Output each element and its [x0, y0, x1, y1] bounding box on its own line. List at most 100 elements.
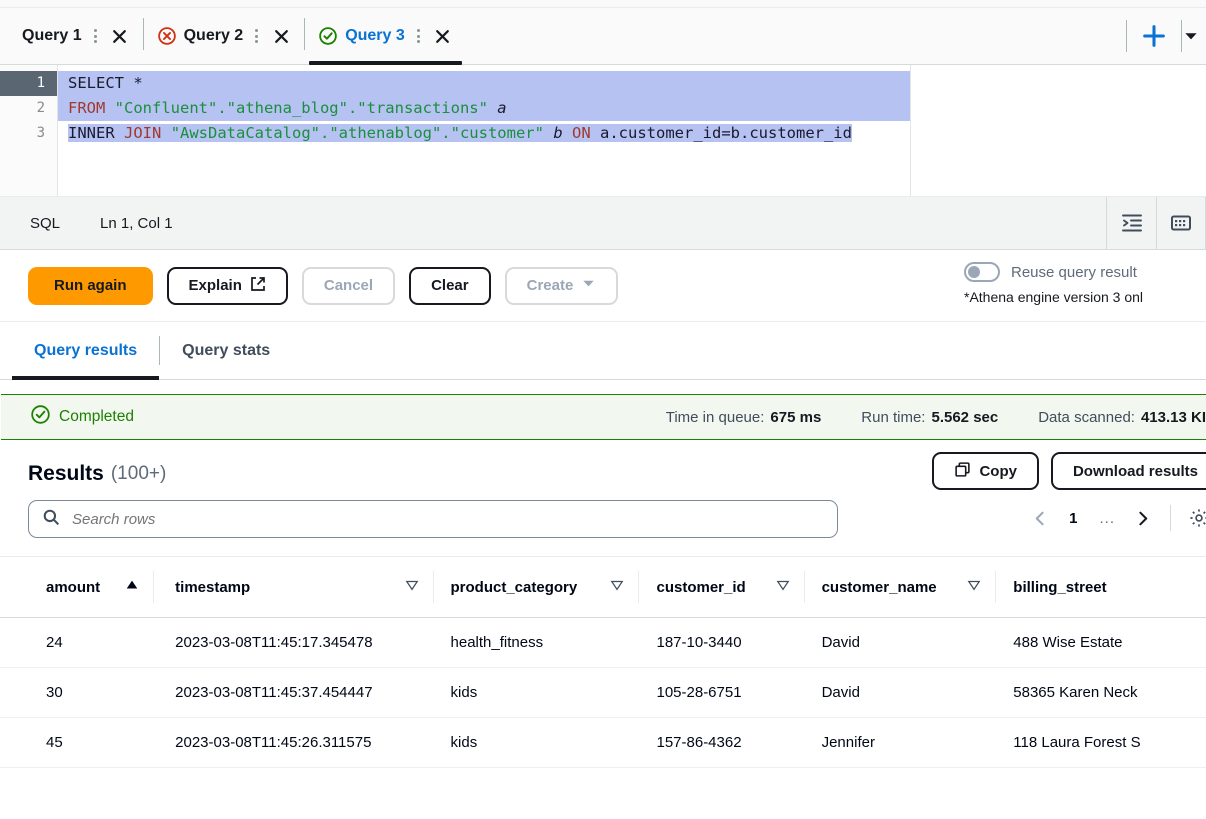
results-search-row: 1 ...	[0, 486, 1206, 538]
sql-editor[interactable]: 1 2 3 SELECT * FROM "Confluent"."athena_…	[0, 65, 1206, 197]
cancel-button: Cancel	[302, 267, 395, 305]
results-tab-bar: Query results Query stats	[0, 322, 1206, 380]
editor-code-area[interactable]: SELECT * FROM "Confluent"."athena_blog".…	[58, 65, 1206, 196]
sort-icon-customer-name	[967, 578, 981, 596]
cell-timestamp: 2023-03-08T11:45:37.454447	[153, 668, 432, 717]
results-table: amount timestamp product_category custom…	[0, 556, 1206, 768]
query-tab-2[interactable]: Query 2	[144, 8, 305, 64]
cell-customer-id: 157-86-4362	[638, 718, 803, 767]
query-tab-2-close-icon[interactable]	[270, 25, 292, 47]
results-action-buttons: Copy Download results	[932, 452, 1206, 490]
query-tab-bar: Query 1 Query 2 Query 3	[0, 0, 1206, 65]
cell-billing-street: 118 Laura Forest S	[995, 718, 1206, 767]
run-again-button[interactable]: Run again	[28, 267, 153, 305]
metric-time-in-queue: Time in queue:675 ms	[666, 409, 822, 426]
query-metrics: Time in queue:675 ms Run time:5.562 sec …	[666, 409, 1206, 426]
copy-button[interactable]: Copy	[932, 452, 1039, 490]
sort-icon-timestamp	[405, 578, 419, 596]
metric-data-scanned-key: Data scanned:	[1038, 409, 1135, 426]
column-header-amount[interactable]: amount	[0, 557, 153, 617]
metric-run-time-value: 5.562 sec	[931, 409, 998, 426]
status-text: Completed	[59, 408, 134, 426]
code-line-3: INNER JOIN "AwsDataCatalog"."athenablog"…	[58, 121, 1206, 146]
query-tab-2-menu-icon[interactable]	[251, 26, 262, 46]
column-header-billing-street[interactable]: billing_street	[995, 557, 1206, 617]
tab-query-stats[interactable]: Query stats	[160, 322, 292, 379]
table-row[interactable]: 30 2023-03-08T11:45:37.454447 kids 105-2…	[0, 668, 1206, 718]
reuse-query-result-area: Reuse query result *Athena engine versio…	[964, 262, 1206, 305]
tabbar-top-edge	[0, 0, 1206, 8]
clear-button[interactable]: Clear	[409, 267, 491, 305]
column-header-customer-name[interactable]: customer_name	[804, 557, 996, 617]
editor-language-label: SQL	[30, 215, 60, 232]
table-header-row: amount timestamp product_category custom…	[0, 557, 1206, 618]
results-title: Results	[28, 462, 104, 486]
query-tab-3-close-icon[interactable]	[432, 25, 454, 47]
cell-product-category: health_fitness	[433, 618, 639, 667]
cell-customer-id: 187-10-3440	[638, 618, 803, 667]
table-row[interactable]: 45 2023-03-08T11:45:26.311575 kids 157-8…	[0, 718, 1206, 768]
cell-customer-id: 105-28-6751	[638, 668, 803, 717]
query-tab-1-label: Query 1	[22, 27, 82, 45]
copy-icon	[954, 461, 971, 482]
pagination-next-button[interactable]	[1125, 502, 1159, 534]
search-rows-field[interactable]	[28, 500, 838, 538]
gutter-line-1: 1	[0, 71, 57, 96]
query-tab-3-label: Query 3	[345, 27, 405, 45]
pagination-prev-button[interactable]	[1023, 502, 1057, 534]
cell-timestamp: 2023-03-08T11:45:26.311575	[153, 718, 432, 767]
table-row[interactable]: 24 2023-03-08T11:45:17.345478 health_fit…	[0, 618, 1206, 668]
sort-ascending-icon	[125, 578, 139, 596]
tab-query-results[interactable]: Query results	[12, 322, 159, 379]
column-header-customer-id[interactable]: customer_id	[638, 557, 803, 617]
metric-run-time-key: Run time:	[861, 409, 925, 426]
query-tab-1-close-icon[interactable]	[109, 25, 131, 47]
metric-data-scanned-value: 413.13 KI	[1141, 409, 1206, 426]
athena-engine-note: *Athena engine version 3 onl	[964, 289, 1143, 305]
column-header-timestamp[interactable]: timestamp	[153, 557, 432, 617]
explain-button-label: Explain	[189, 277, 242, 294]
metric-data-scanned: Data scanned: 413.13 KI	[1038, 409, 1206, 426]
format-indent-icon[interactable]	[1106, 197, 1156, 249]
cell-amount: 24	[0, 618, 153, 667]
cell-customer-name: Jennifer	[804, 718, 996, 767]
sort-icon-customer-id	[776, 578, 790, 596]
gutter-line-2: 2	[0, 96, 57, 121]
reuse-query-result-toggle[interactable]	[964, 262, 1000, 282]
query-tab-3[interactable]: Query 3	[305, 8, 466, 64]
gear-icon[interactable]	[1182, 502, 1206, 534]
cell-customer-name: David	[804, 618, 996, 667]
download-results-button[interactable]: Download results	[1051, 452, 1206, 490]
query-tab-3-success-icon	[319, 27, 337, 45]
explain-button[interactable]: Explain	[167, 267, 288, 305]
query-status-banner: Completed Time in queue:675 ms Run time:…	[1, 394, 1206, 440]
query-tab-2-label: Query 2	[184, 27, 244, 45]
create-button-label: Create	[527, 277, 574, 294]
query-action-bar: Run again Explain Cancel Clear Create Re…	[0, 250, 1206, 322]
query-tab-1-menu-icon[interactable]	[90, 26, 101, 46]
cell-timestamp: 2023-03-08T11:45:17.345478	[153, 618, 432, 667]
search-input[interactable]	[70, 510, 824, 529]
create-button: Create	[505, 267, 619, 305]
keyboard-shortcuts-icon[interactable]	[1156, 197, 1206, 249]
editor-tool-icons	[1106, 197, 1206, 249]
cell-amount: 30	[0, 668, 153, 717]
check-circle-icon	[31, 405, 50, 429]
query-tab-1[interactable]: Query 1	[8, 8, 143, 64]
column-header-customer-id-label: customer_id	[656, 579, 745, 596]
column-header-product-category[interactable]: product_category	[433, 557, 639, 617]
reuse-toggle-row[interactable]: Reuse query result	[964, 262, 1137, 282]
sort-icon-product-category	[610, 578, 624, 596]
status-badge: Completed	[31, 405, 134, 429]
cell-product-category: kids	[433, 668, 639, 717]
query-tab-2-error-icon	[158, 27, 176, 45]
tab-overflow-chevron-down-icon[interactable]	[1182, 27, 1206, 45]
editor-status-bar: SQL Ln 1, Col 1	[0, 197, 1206, 250]
pagination-page-1[interactable]: 1	[1057, 510, 1089, 527]
results-header: Results (100+) Copy Download results	[0, 440, 1206, 486]
search-icon	[42, 508, 60, 531]
code-line-1: SELECT *	[58, 71, 1206, 96]
column-header-billing-street-label: billing_street	[1013, 579, 1106, 596]
add-query-tab-button[interactable]	[1127, 22, 1181, 50]
query-tab-3-menu-icon[interactable]	[413, 26, 424, 46]
